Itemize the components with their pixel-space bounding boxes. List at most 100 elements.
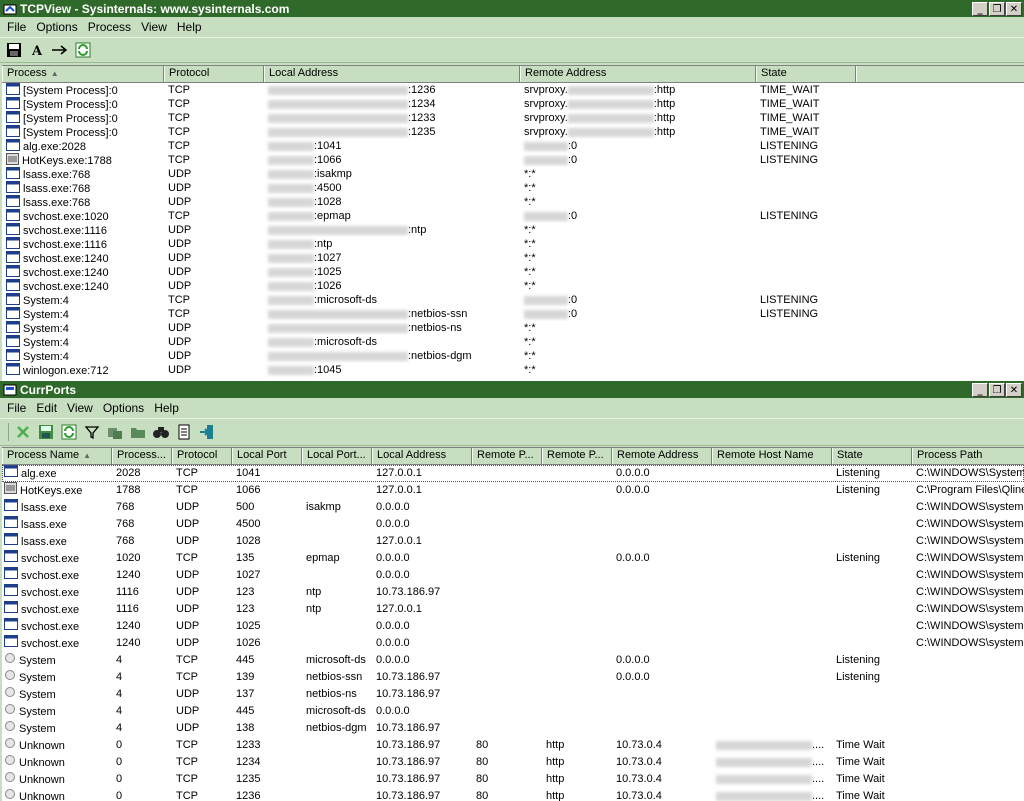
find-icon[interactable] bbox=[151, 422, 171, 442]
col-remote-host-name[interactable]: Remote Host Name bbox=[712, 448, 832, 464]
refresh-icon[interactable] bbox=[73, 40, 93, 60]
table-row[interactable]: svchost.exe 1116 UDP 123 ntp 10.73.186.97 C:\W… bbox=[2, 584, 1024, 601]
cell-protocol-text: TCP bbox=[168, 154, 190, 166]
col-local-address[interactable]: Local Address bbox=[264, 66, 520, 82]
table-row[interactable]: [System Process]:0 TCP:1236 srvproxy.:http… bbox=[2, 83, 1024, 97]
table-row[interactable]: Unknown 0 TCP 1235 10.73.186.97 80 http 10.73.0… bbox=[2, 771, 1024, 788]
table-row[interactable]: winlogon.exe:712 UDP:1045 *:* bbox=[2, 363, 1024, 377]
menu-view[interactable]: View bbox=[62, 401, 98, 415]
col-local-address[interactable]: Local Address bbox=[372, 448, 472, 464]
table-row[interactable]: lsass.exe 768 UDP 4500 0.0.0.0 C:\WINDOWS\sys… bbox=[2, 516, 1024, 533]
table-row[interactable]: svchost.exe 1240 UDP 1027 0.0.0.0 C:\WINDOWS\… bbox=[2, 567, 1024, 584]
table-row[interactable]: lsass.exe:768 UDP:4500 *:* bbox=[2, 181, 1024, 195]
col-protocol[interactable]: Protocol bbox=[164, 66, 264, 82]
col-state[interactable]: State bbox=[756, 66, 856, 82]
menu-file[interactable]: File bbox=[2, 20, 31, 34]
table-row[interactable]: lsass.exe 768 UDP 500 isakmp 0.0.0.0 C:\WINDOW… bbox=[2, 499, 1024, 516]
table-row[interactable]: svchost.exe:1116 UDP:ntp *:* bbox=[2, 223, 1024, 237]
restore-button[interactable]: ❐ bbox=[989, 1, 1005, 16]
table-row[interactable]: HotKeys.exe 1788 TCP 1066 127.0.0.1 0.0.0.0 Li… bbox=[2, 482, 1024, 499]
table-row[interactable]: svchost.exe 1020 TCP 135 epmap 0.0.0.0 0.0.0.0… bbox=[2, 550, 1024, 567]
col-process-name[interactable]: Process Name ▲ bbox=[2, 448, 112, 464]
minimize-button[interactable]: _ bbox=[972, 382, 988, 397]
col-remote-port[interactable]: Remote P... bbox=[472, 448, 542, 464]
table-row[interactable]: svchost.exe 1240 UDP 1025 0.0.0.0 C:\WINDOWS\… bbox=[2, 618, 1024, 635]
table-row[interactable]: Unknown 0 TCP 1233 10.73.186.97 80 http 10.73.0… bbox=[2, 737, 1024, 754]
save-icon[interactable] bbox=[4, 40, 24, 60]
menu-view[interactable]: View bbox=[136, 20, 172, 34]
table-row[interactable]: lsass.exe 768 UDP 1028 127.0.0.1 C:\WINDOWS\s… bbox=[2, 533, 1024, 550]
menu-options[interactable]: Options bbox=[98, 401, 149, 415]
table-row[interactable]: [System Process]:0 TCP:1234 srvproxy.:http… bbox=[2, 97, 1024, 111]
font-icon[interactable]: A bbox=[27, 40, 47, 60]
col-protocol[interactable]: Protocol bbox=[172, 448, 232, 464]
restore-button[interactable]: ❐ bbox=[989, 382, 1005, 397]
table-row[interactable]: Unknown 0 TCP 1234 10.73.186.97 80 http 10.73.0… bbox=[2, 754, 1024, 771]
table-row[interactable]: System 4 UDP 137 netbios-ns 10.73.186.97 bbox=[2, 686, 1024, 703]
col-local-port-name[interactable]: Local Port... bbox=[302, 448, 372, 464]
minimize-button[interactable]: _ bbox=[972, 1, 988, 16]
table-row[interactable]: lsass.exe:768 UDP:1028 *:* bbox=[2, 195, 1024, 209]
table-row[interactable]: svchost.exe 1116 UDP 123 ntp 127.0.0.1 C:\WIND… bbox=[2, 601, 1024, 618]
cell-local-port-text: 1236 bbox=[236, 790, 261, 801]
filter-icon[interactable] bbox=[82, 422, 102, 442]
cell-local-address: 0.0.0.0 bbox=[372, 703, 472, 720]
table-row[interactable]: svchost.exe:1020 TCP:epmap:0 LISTENING bbox=[2, 209, 1024, 223]
menu-process[interactable]: Process bbox=[83, 20, 136, 34]
table-row[interactable]: HotKeys.exe:1788 TCP:1066:0 LISTENING bbox=[2, 153, 1024, 167]
exit-icon[interactable] bbox=[197, 422, 217, 442]
close-connection-icon[interactable] bbox=[13, 422, 33, 442]
save-icon[interactable] bbox=[36, 422, 56, 442]
table-row[interactable]: System:4 UDP:netbios-ns *:* bbox=[2, 321, 1024, 335]
col-remote-address[interactable]: Remote Address bbox=[612, 448, 712, 464]
table-row[interactable]: System 4 UDP 138 netbios-dgm 10.73.186.97 bbox=[2, 720, 1024, 737]
table-row[interactable]: System 4 UDP 445 microsoft-ds 0.0.0.0 bbox=[2, 703, 1024, 720]
currports-connection-list[interactable]: Process Name ▲ Process... Protocol Local … bbox=[2, 447, 1024, 801]
copy-icon[interactable] bbox=[105, 422, 125, 442]
col-remote-address[interactable]: Remote Address bbox=[520, 66, 756, 82]
window-icon bbox=[6, 167, 20, 181]
table-row[interactable]: System:4 TCP:microsoft-ds:0 LISTENING bbox=[2, 293, 1024, 307]
table-row[interactable]: alg.exe 2028 TCP 1041 127.0.0.1 0.0.0.0 Listen… bbox=[2, 465, 1024, 482]
cell-remote-port-name-text: http bbox=[546, 790, 565, 801]
process-name: alg.exe:2028 bbox=[23, 140, 86, 153]
table-row[interactable]: System:4 UDP:netbios-dgm *:* bbox=[2, 349, 1024, 363]
close-button[interactable]: ✕ bbox=[1006, 1, 1022, 16]
col-remote-port-name[interactable]: Remote P... bbox=[542, 448, 612, 464]
col-process-path[interactable]: Process Path bbox=[912, 448, 1024, 464]
menu-options[interactable]: Options bbox=[31, 20, 82, 34]
col-local-port[interactable]: Local Port bbox=[232, 448, 302, 464]
folder-icon[interactable] bbox=[128, 422, 148, 442]
properties-icon[interactable] bbox=[174, 422, 194, 442]
cell-local-port-name-text: ntp bbox=[306, 603, 322, 615]
table-row[interactable]: Unknown 0 TCP 1236 10.73.186.97 80 http 10.73.0… bbox=[2, 788, 1024, 801]
cell-local-address: 0.0.0.0 bbox=[372, 567, 472, 584]
table-row[interactable]: System 4 TCP 445 microsoft-ds 0.0.0.0 0.0.0.0 L… bbox=[2, 652, 1024, 669]
table-row[interactable]: System:4 TCP:netbios-ssn:0 LISTENING bbox=[2, 307, 1024, 321]
table-row[interactable]: System:4 UDP:microsoft-ds *:* bbox=[2, 335, 1024, 349]
table-row[interactable]: svchost.exe 1240 UDP 1026 0.0.0.0 C:\WINDOWS\… bbox=[2, 635, 1024, 652]
resolve-icon[interactable] bbox=[50, 40, 70, 60]
cell-local-port: 138 bbox=[232, 720, 302, 737]
table-row[interactable]: svchost.exe:1240 UDP:1026 *:* bbox=[2, 279, 1024, 293]
close-button[interactable]: ✕ bbox=[1006, 382, 1022, 397]
table-row[interactable]: svchost.exe:1116 UDP:ntp *:* bbox=[2, 237, 1024, 251]
table-row[interactable]: [System Process]:0 TCP:1235 srvproxy.:http… bbox=[2, 125, 1024, 139]
tcpview-connection-list[interactable]: Process ▲ Protocol Local Address Remote A… bbox=[2, 65, 1024, 382]
menu-help[interactable]: Help bbox=[172, 20, 207, 34]
menu-help[interactable]: Help bbox=[149, 401, 184, 415]
menu-edit[interactable]: Edit bbox=[31, 401, 62, 415]
table-row[interactable]: alg.exe:2028 TCP:1041:0 LISTENING bbox=[2, 139, 1024, 153]
table-row[interactable]: System 4 TCP 139 netbios-ssn 10.73.186.97 0.0.… bbox=[2, 669, 1024, 686]
tcpview-titlebar[interactable]: TCPView - Sysinternals: www.sysinternals… bbox=[0, 0, 1024, 17]
table-row[interactable]: svchost.exe:1240 UDP:1025 *:* bbox=[2, 265, 1024, 279]
col-state[interactable]: State bbox=[832, 448, 912, 464]
refresh-icon[interactable] bbox=[59, 422, 79, 442]
currports-titlebar[interactable]: CurrPorts _ ❐ ✕ bbox=[0, 381, 1024, 398]
col-process[interactable]: Process ▲ bbox=[2, 66, 164, 82]
menu-file[interactable]: File bbox=[2, 401, 31, 415]
col-process-id[interactable]: Process... bbox=[112, 448, 172, 464]
table-row[interactable]: [System Process]:0 TCP:1233 srvproxy.:http… bbox=[2, 111, 1024, 125]
table-row[interactable]: lsass.exe:768 UDP:isakmp *:* bbox=[2, 167, 1024, 181]
table-row[interactable]: svchost.exe:1240 UDP:1027 *:* bbox=[2, 251, 1024, 265]
